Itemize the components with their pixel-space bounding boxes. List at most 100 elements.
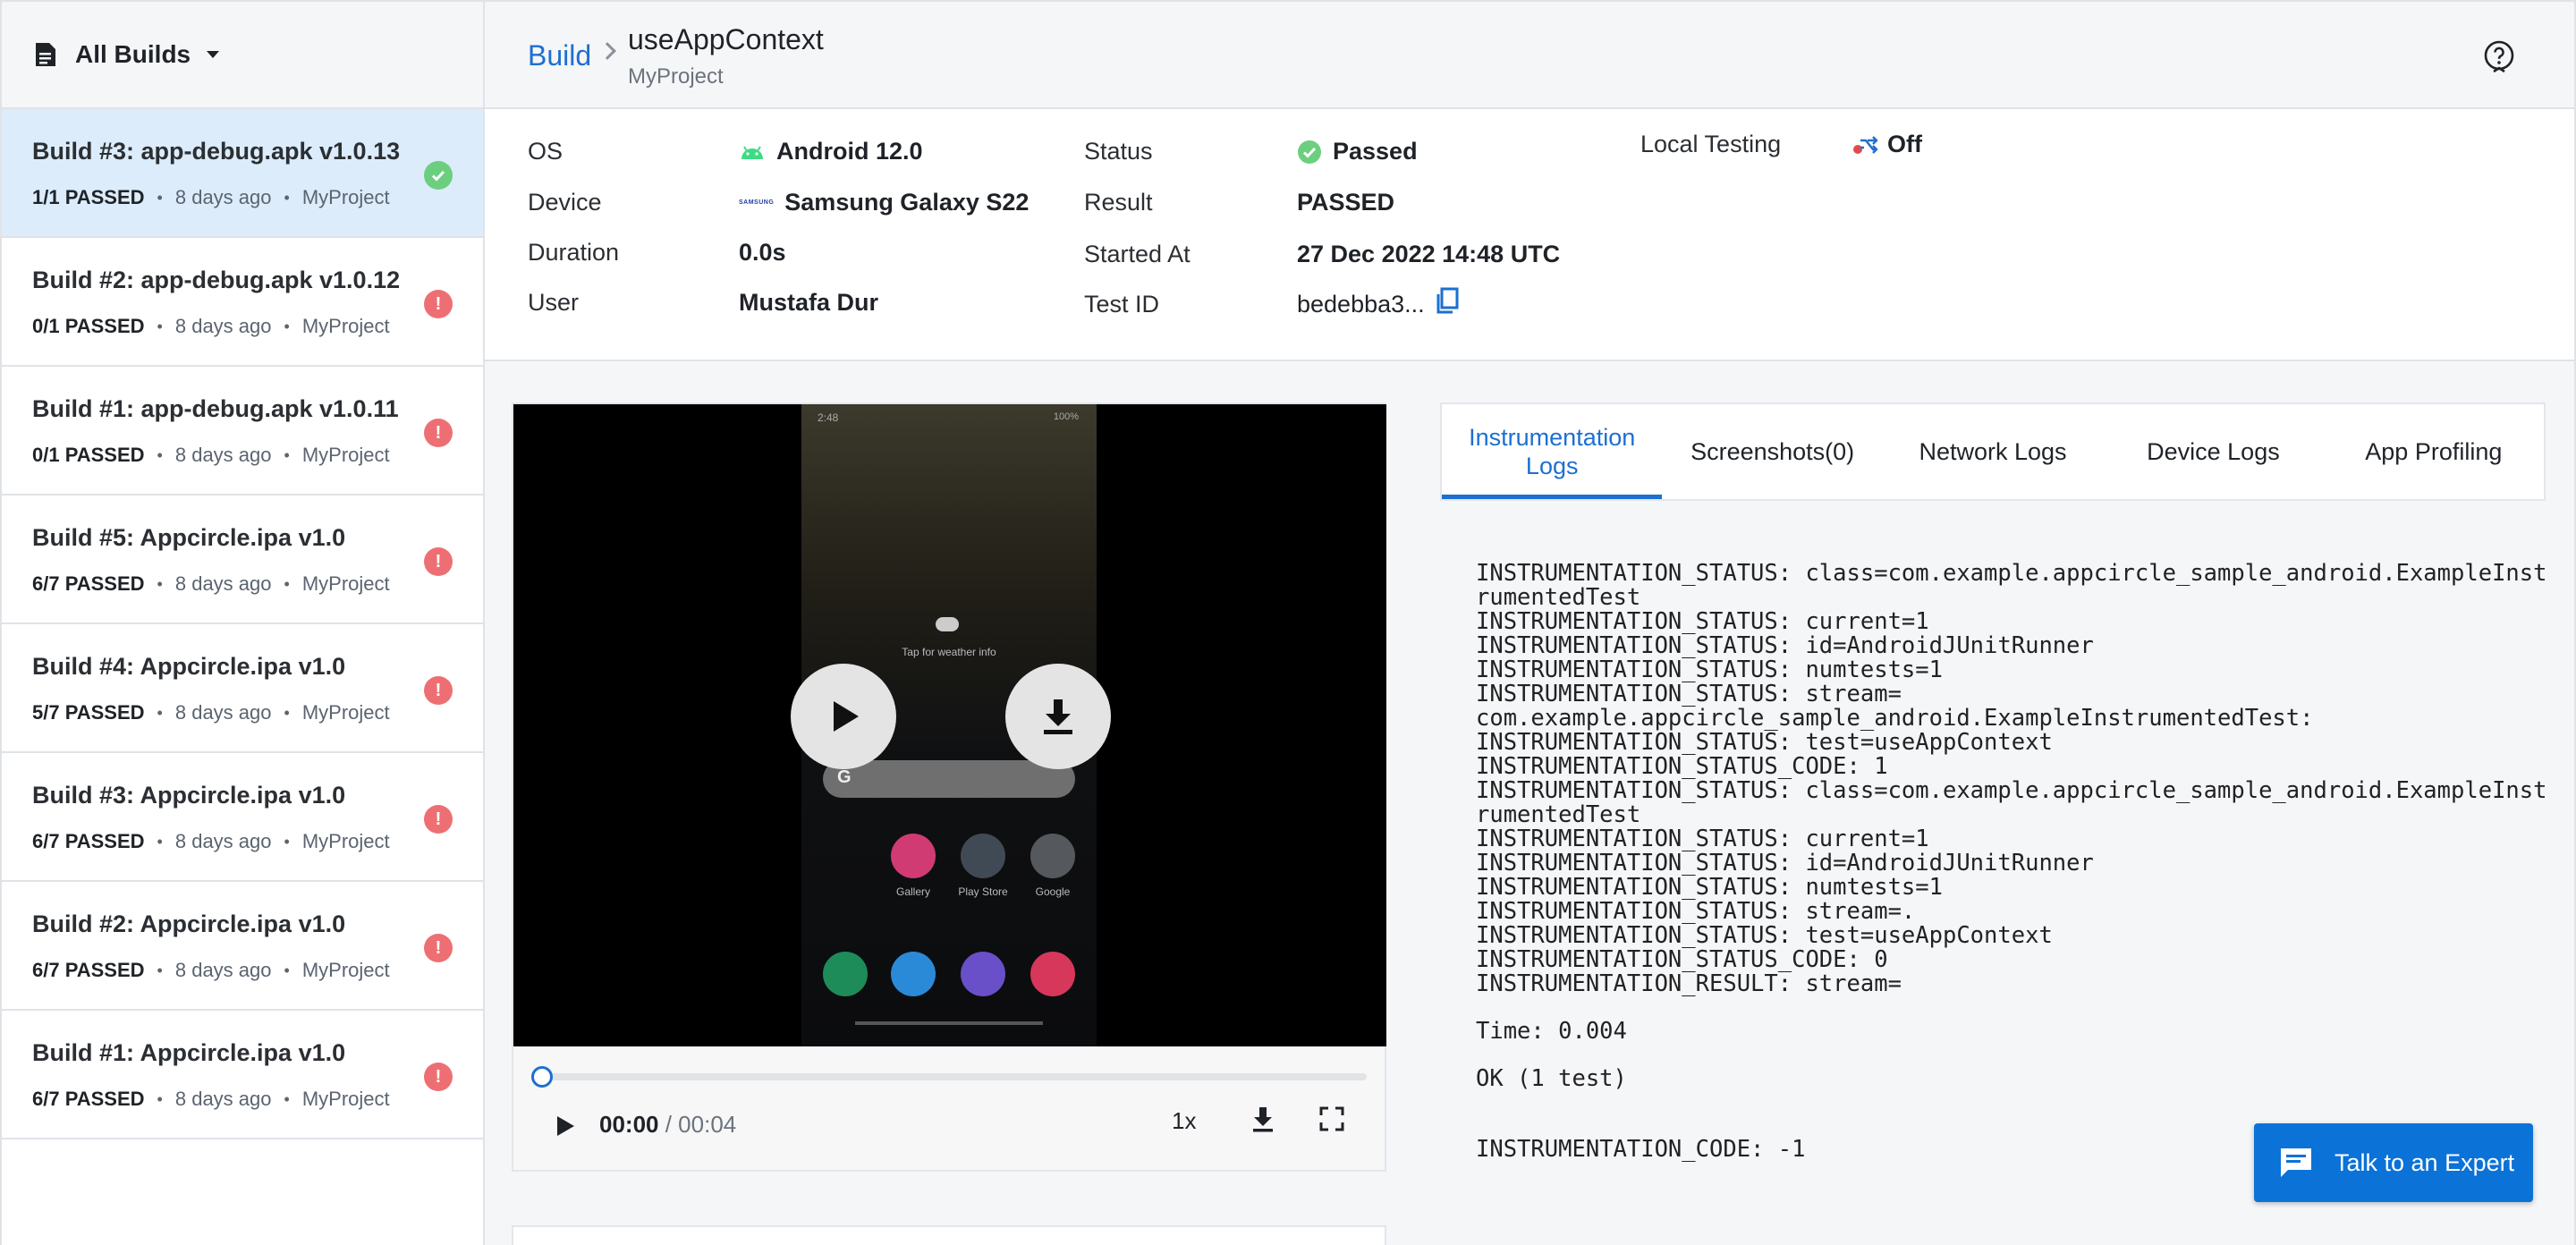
log-line: INSTRUMENTATION_STATUS: test=useAppConte… <box>1476 729 2053 756</box>
os-value: Android 12.0 <box>739 138 923 165</box>
log-line: INSTRUMENTATION_STATUS: current=1 <box>1476 608 1929 635</box>
os-value-text: Android 12.0 <box>776 138 923 165</box>
talk-to-expert-button[interactable]: Talk to an Expert <box>2254 1123 2533 1202</box>
copy-icon[interactable] <box>1434 287 1461 316</box>
separator-dot: • <box>157 574 163 593</box>
tab-network-logs-label: Network Logs <box>1919 437 2067 465</box>
build-project: MyProject <box>301 701 390 724</box>
build-list-item[interactable]: Build #1: app-debug.apk v1.0.11 0/1 PASSE… <box>2 367 483 495</box>
tab-app-profiling[interactable]: App Profiling <box>2324 404 2544 499</box>
build-list-item[interactable]: Build #5: Appcircle.ipa v1.0 6/7 PASSED • 8… <box>2 495 483 624</box>
tab-network-logs[interactable]: Network Logs <box>1883 404 2103 499</box>
error-alert-icon: ! <box>424 419 453 447</box>
user-label: User <box>528 289 580 316</box>
test-id-value: bedebba3... <box>1297 287 1461 318</box>
build-list-item[interactable]: Build #3: app-debug.apk v1.0.13 1/1 PASSE… <box>2 109 483 238</box>
tab-instrumentation-logs[interactable]: Instrumentation Logs <box>1442 404 1663 499</box>
fullscreen-icon[interactable] <box>1318 1105 1345 1132</box>
phone-battery: 100% <box>1053 411 1079 422</box>
separator-dot: • <box>284 574 290 593</box>
main-content: 2:48 100% Tap for weather info G Gallery… <box>485 361 2576 1245</box>
build-time: 8 days ago <box>174 959 272 981</box>
success-check-icon <box>424 161 453 190</box>
log-line: com.example.appcircle_sample_android.Exa… <box>1476 705 2314 732</box>
build-meta: 6/7 PASSED • 8 days ago • MyProject <box>32 830 390 853</box>
log-line: INSTRUMENTATION_STATUS: test=useAppConte… <box>1476 922 2053 949</box>
video-seek-bar[interactable] <box>531 1066 1367 1088</box>
video-play-overlay-button[interactable] <box>791 664 896 769</box>
page-header: Build useAppContext MyProject <box>485 0 2576 109</box>
video-player: 2:48 100% Tap for weather info G Gallery… <box>512 402 1386 1172</box>
device-value-text: Samsung Galaxy S22 <box>784 189 1030 216</box>
gallery-app-icon <box>891 834 936 878</box>
video-viewport[interactable]: 2:48 100% Tap for weather info G Gallery… <box>513 404 1386 1046</box>
build-name: Build #3: app-debug.apk v1.0.13 <box>32 138 401 165</box>
help-icon[interactable] <box>2481 39 2517 75</box>
local-testing-label: Local Testing <box>1640 131 1782 157</box>
log-line: INSTRUMENTATION_STATUS: numtests=1 <box>1476 656 1943 683</box>
check-circle-icon <box>1298 140 1321 164</box>
build-list-item[interactable]: Build #4: Appcircle.ipa v1.0 5/7 PASSED • 8… <box>2 624 483 753</box>
all-builds-title: All Builds <box>75 40 191 68</box>
build-name: Build #2: app-debug.apk v1.0.12 <box>32 267 401 293</box>
error-alert-icon: ! <box>424 1063 453 1091</box>
log-line: INSTRUMENTATION_STATUS: current=1 <box>1476 826 1929 852</box>
breadcrumb-build-link[interactable]: Build <box>528 39 591 72</box>
phone-app-icon <box>823 952 868 996</box>
internet-app-icon <box>961 952 1005 996</box>
app-label-google: Google <box>1035 885 1071 898</box>
page-title: useAppContext <box>628 23 824 55</box>
separator-dot: • <box>284 188 290 207</box>
log-line: INSTRUMENTATION_STATUS: id=AndroidJUnitR… <box>1476 850 2094 877</box>
samsung-logo: SAMSUNG <box>739 199 775 206</box>
tab-device-logs-label: Device Logs <box>2147 437 2280 465</box>
duration-label: Duration <box>528 239 620 266</box>
separator-dot: • <box>284 1089 290 1108</box>
build-project: MyProject <box>301 186 390 208</box>
separator-dot: • <box>157 317 163 335</box>
log-line: INSTRUMENTATION_STATUS: stream= <box>1476 681 1902 707</box>
separator-dot: • <box>157 445 163 464</box>
status-label: Status <box>1084 138 1153 165</box>
user-value: Mustafa Dur <box>739 289 879 316</box>
play-button[interactable] <box>549 1111 580 1141</box>
error-alert-icon: ! <box>424 934 453 962</box>
build-meta: 1/1 PASSED • 8 days ago • MyProject <box>32 186 390 209</box>
video-time: 00:00 / 00:04 <box>599 1111 736 1139</box>
error-alert-icon: ! <box>424 805 453 834</box>
build-list-item[interactable]: Build #3: Appcircle.ipa v1.0 6/7 PASSED • 8… <box>2 753 483 882</box>
tab-app-profiling-label: App Profiling <box>2365 437 2503 465</box>
build-passed-count: 6/7 PASSED <box>32 830 145 852</box>
build-meta: 6/7 PASSED • 8 days ago • MyProject <box>32 959 390 982</box>
status-value-text: Passed <box>1333 138 1418 165</box>
tab-screenshots[interactable]: Screenshots(0) <box>1662 404 1882 499</box>
playback-speed-button[interactable]: 1x <box>1172 1107 1196 1135</box>
google-app-icon <box>1030 834 1075 878</box>
build-name: Build #1: app-debug.apk v1.0.11 <box>32 395 399 422</box>
tab-device-logs[interactable]: Device Logs <box>2103 404 2323 499</box>
build-name: Build #5: Appcircle.ipa v1.0 <box>32 524 346 551</box>
app-label-play-store: Play Store <box>958 885 1008 898</box>
play-icon <box>834 701 859 732</box>
log-ok-line: OK (1 test) <box>1476 1065 1627 1092</box>
build-passed-count: 0/1 PASSED <box>32 444 145 466</box>
error-alert-icon: ! <box>424 676 453 705</box>
build-time: 8 days ago <box>174 1088 272 1110</box>
log-line: INSTRUMENTATION_RESULT: stream= <box>1476 970 1902 997</box>
build-passed-count: 6/7 PASSED <box>32 572 145 595</box>
log-line: INSTRUMENTATION_STATUS_CODE: 1 <box>1476 753 1888 780</box>
build-meta: 6/7 PASSED • 8 days ago • MyProject <box>32 1088 390 1111</box>
duration-value: 0.0s <box>739 239 786 266</box>
all-builds-dropdown[interactable]: All Builds <box>2 0 483 109</box>
build-list-item[interactable]: Build #1: Appcircle.ipa v1.0 6/7 PASSED • 8… <box>2 1011 483 1139</box>
build-list-item[interactable]: Build #2: app-debug.apk v1.0.12 0/1 PASSE… <box>2 238 483 367</box>
log-line: INSTRUMENTATION_STATUS: stream=. <box>1476 898 1916 925</box>
build-list-item[interactable]: Build #2: Appcircle.ipa v1.0 6/7 PASSED • 8… <box>2 882 483 1011</box>
log-line: INSTRUMENTATION_STATUS_CODE: 0 <box>1476 946 1888 973</box>
tab-instrumentation-logs-label: Instrumentation Logs <box>1469 424 1636 479</box>
download-video-icon[interactable] <box>1249 1104 1277 1134</box>
google-logo: G <box>837 767 852 787</box>
instrumentation-log-output: INSTRUMENTATION_STATUS: class=com.exampl… <box>1476 562 2549 1162</box>
video-download-overlay-button[interactable] <box>1005 664 1111 769</box>
seek-handle[interactable] <box>531 1066 553 1088</box>
